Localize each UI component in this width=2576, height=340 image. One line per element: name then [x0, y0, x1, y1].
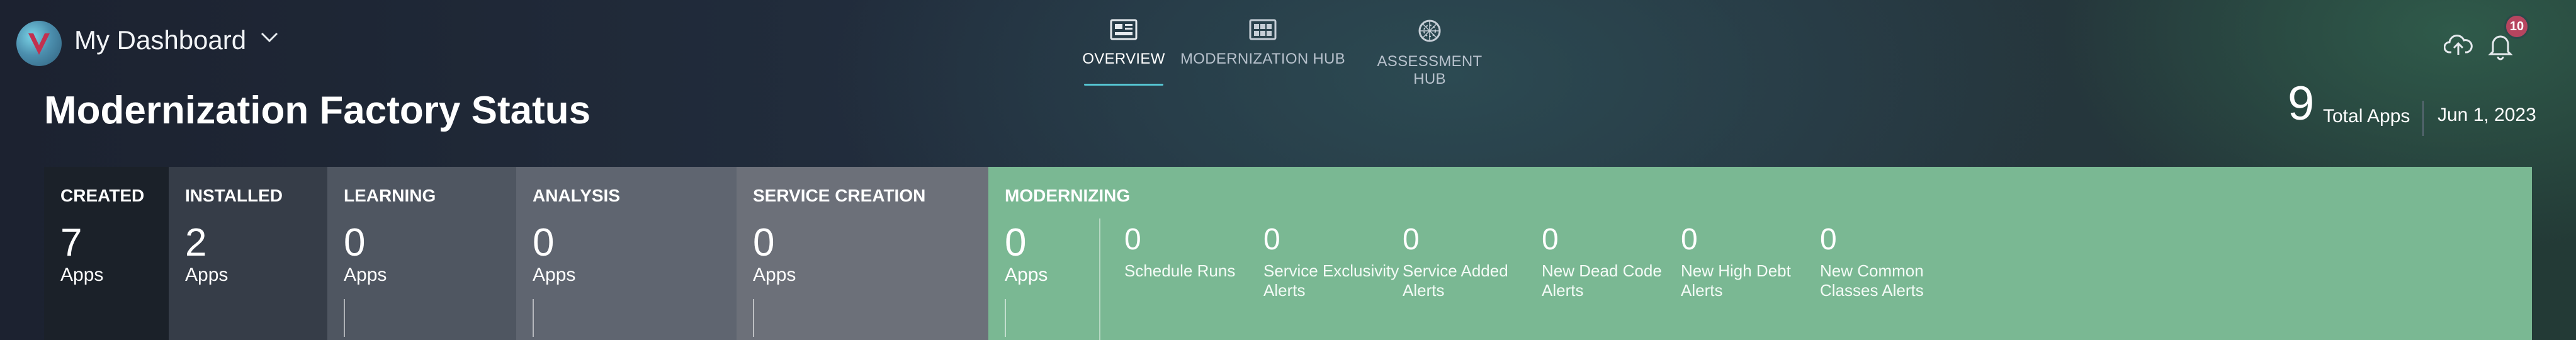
total-apps-count: 9 — [2288, 77, 2315, 130]
stage-title: MODERNIZING — [1005, 186, 1131, 205]
report-date: Jun 1, 2023 — [2438, 105, 2536, 125]
stage-unit: Apps — [753, 264, 796, 285]
logo-v-icon — [28, 33, 50, 55]
metric-label: New High Debt Alerts — [1681, 261, 1791, 300]
tab-assessment-hub[interactable]: ASSESSMENT HUB — [1361, 19, 1498, 88]
tab-overview[interactable]: OVERVIEW — [1079, 19, 1168, 68]
stage-count: 0 — [344, 221, 366, 264]
metric-new-dead-code-alerts[interactable]: 0 New Dead Code Alerts — [1542, 222, 1680, 300]
stage-created-panel[interactable]: CREATED 7 Apps — [44, 167, 169, 340]
stage-title: CREATED — [60, 186, 145, 205]
page-title: Modernization Factory Status — [44, 89, 591, 132]
metric-label: New Common Classes Alerts — [1820, 261, 1924, 300]
stage-title: ANALYSIS — [533, 186, 621, 205]
modernizing-divider — [1099, 218, 1100, 340]
metric-count: 0 — [1403, 223, 1420, 256]
tab-assessment-hub-label: ASSESSMENT HUB — [1377, 53, 1483, 88]
modernization-hub-icon — [1249, 19, 1277, 40]
stage-count: 7 — [60, 221, 82, 264]
stage-bar-marker — [753, 299, 754, 337]
metric-count: 0 — [1542, 223, 1559, 256]
metric-new-common-classes-alerts[interactable]: 0 New Common Classes Alerts — [1820, 222, 1958, 300]
stage-title: LEARNING — [344, 186, 436, 205]
stage-modernizing-panel[interactable]: MODERNIZING 0 Apps 0 Schedule Runs 0 Ser… — [988, 167, 2532, 340]
stage-analysis-panel[interactable]: ANALYSIS 0 Apps — [516, 167, 737, 340]
stage-installed-panel[interactable]: INSTALLED 2 Apps — [169, 167, 327, 340]
metric-service-exclusivity-alerts[interactable]: 0 Service Exclusivity Alerts — [1263, 222, 1402, 300]
chevron-down-icon[interactable] — [259, 30, 280, 44]
stage-title: SERVICE CREATION — [753, 186, 926, 205]
stage-count: 2 — [185, 221, 207, 264]
stage-count: 0 — [1005, 221, 1027, 264]
tab-overview-label: OVERVIEW — [1082, 50, 1165, 67]
metric-label: Service Added Alerts — [1403, 261, 1508, 300]
stage-service-creation-panel[interactable]: SERVICE CREATION 0 Apps — [737, 167, 988, 340]
stage-count: 0 — [753, 221, 775, 264]
metric-new-high-debt-alerts[interactable]: 0 New High Debt Alerts — [1681, 222, 1819, 300]
overview-icon — [1110, 19, 1138, 40]
stage-unit: Apps — [533, 264, 576, 285]
app-logo[interactable] — [16, 21, 62, 66]
stage-unit: Apps — [344, 264, 387, 285]
header-divider — [2422, 101, 2424, 136]
assessment-hub-icon — [1418, 20, 1441, 42]
stage-bar-marker — [1005, 299, 1006, 337]
stage-bar-marker — [344, 299, 345, 337]
dashboard-title[interactable]: My Dashboard — [74, 21, 246, 59]
stage-unit: Apps — [1005, 264, 1048, 285]
total-apps-label: Total Apps — [2323, 106, 2410, 127]
metric-label: New Dead Code Alerts — [1542, 261, 1662, 300]
tab-modernization-hub[interactable]: MODERNIZATION HUB — [1177, 19, 1348, 68]
metric-service-added-alerts[interactable]: 0 Service Added Alerts — [1403, 222, 1541, 300]
metric-count: 0 — [1681, 223, 1698, 256]
stage-learning-panel[interactable]: LEARNING 0 Apps — [327, 167, 516, 340]
stage-bar-marker — [533, 299, 534, 337]
stage-unit: Apps — [185, 264, 229, 285]
active-tab-underline — [1084, 84, 1163, 86]
metric-label: Service Exclusivity Alerts — [1263, 261, 1399, 300]
stage-unit: Apps — [60, 264, 104, 285]
tab-modernization-hub-label: MODERNIZATION HUB — [1180, 50, 1345, 67]
metric-label: Schedule Runs — [1124, 261, 1236, 280]
stage-count: 0 — [533, 221, 555, 264]
cloud-upload-icon[interactable] — [2444, 33, 2473, 57]
metric-schedule-runs[interactable]: 0 Schedule Runs — [1124, 222, 1263, 281]
metric-count: 0 — [1124, 223, 1141, 256]
metric-count: 0 — [1263, 223, 1280, 256]
metric-count: 0 — [1820, 223, 1837, 256]
notification-badge[interactable]: 10 — [2504, 14, 2529, 39]
stage-title: INSTALLED — [185, 186, 283, 205]
